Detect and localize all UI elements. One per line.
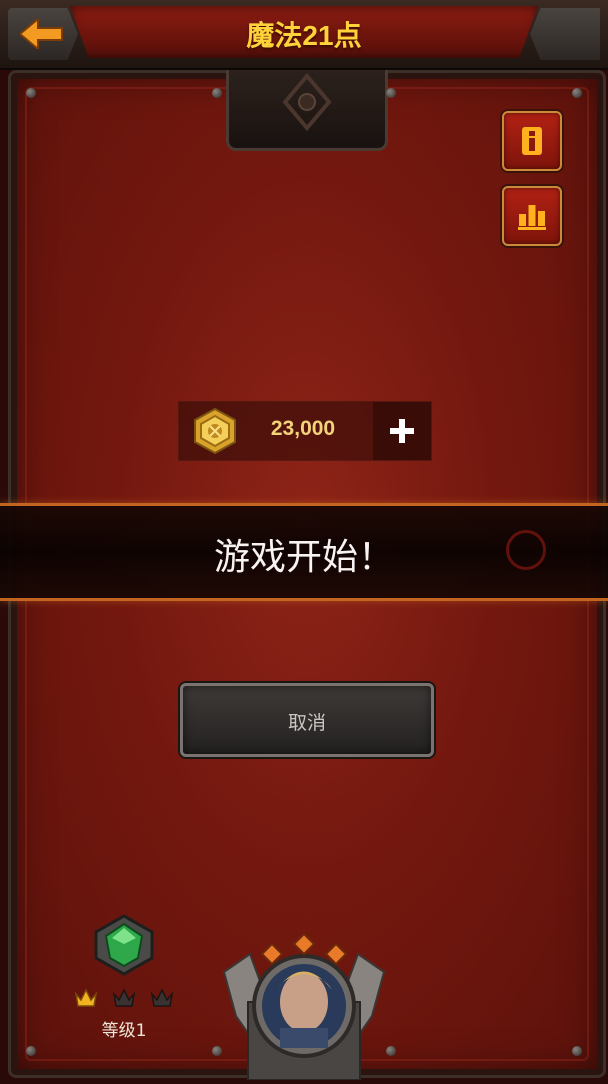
coin-balance: 23,000 <box>178 401 432 461</box>
rivet <box>572 88 582 98</box>
info-icon <box>522 127 542 155</box>
back-arrow-icon <box>20 19 63 49</box>
coin-value: 23,000 <box>270 417 336 440</box>
rivet <box>386 88 396 98</box>
star-icon <box>150 988 174 1007</box>
level-label: 等级1 <box>101 1021 147 1041</box>
board-top-ornament <box>226 70 388 151</box>
rivet <box>212 88 222 98</box>
coin-icon <box>194 408 236 454</box>
add-coins-button[interactable] <box>373 402 431 460</box>
avatar <box>222 932 386 1081</box>
rivet <box>572 1046 582 1056</box>
rivet <box>26 88 36 98</box>
banner-text: 游戏开始！ <box>213 537 394 578</box>
star-icon <box>112 988 136 1007</box>
rivet <box>26 1046 36 1056</box>
plus-icon <box>390 419 414 443</box>
back-button[interactable] <box>8 8 78 60</box>
star-icon <box>74 988 98 1007</box>
gem-icon <box>94 914 154 976</box>
info-button[interactable] <box>502 111 562 171</box>
cancel-button[interactable]: 取消 <box>180 683 434 757</box>
leaderboard-icon <box>518 205 546 230</box>
header-right-cap <box>530 8 600 60</box>
cancel-label: 取消 <box>287 712 326 734</box>
leaderboard-button[interactable] <box>502 186 562 246</box>
player-avatar[interactable] <box>220 932 388 1081</box>
ornament-icon <box>282 72 332 132</box>
game-start-banner: 游戏开始！ <box>0 503 608 601</box>
page-title: 魔法21点 <box>246 20 362 51</box>
